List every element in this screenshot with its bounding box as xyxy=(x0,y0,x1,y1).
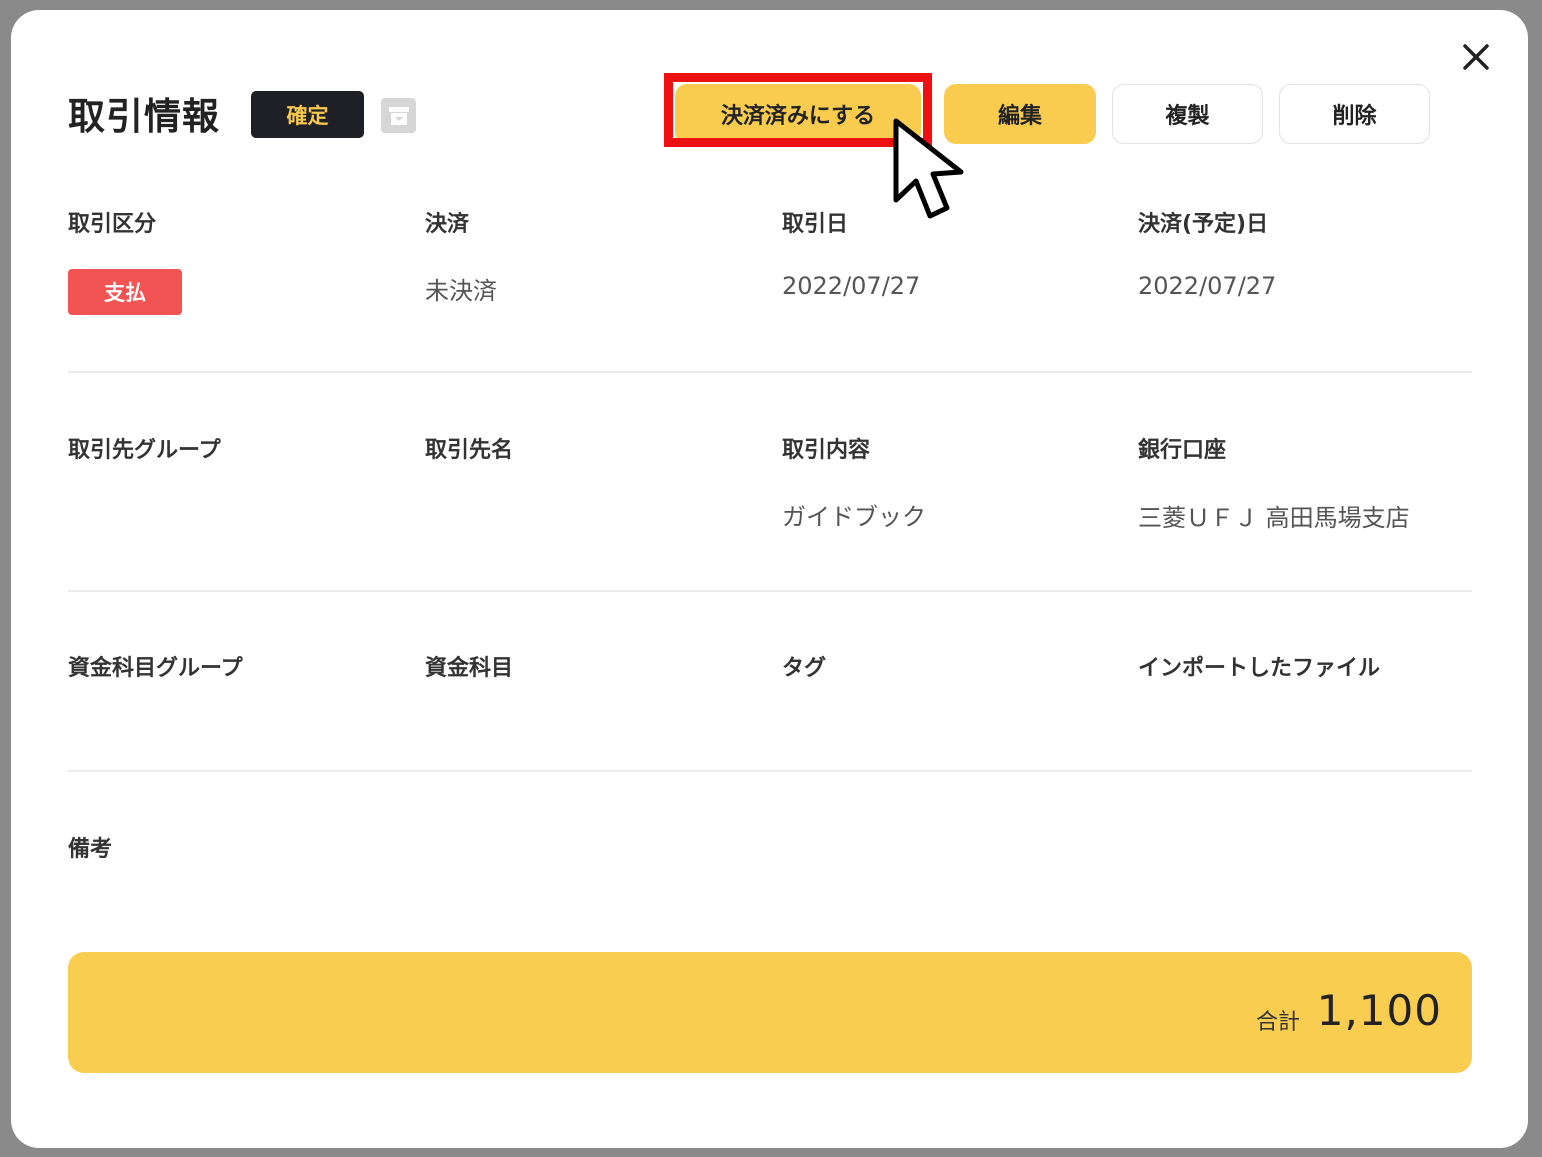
transaction-detail-modal: 取引情報 確定 決済済みにする 編集 複製 削除 取引区分 支払 決済 未決済 … xyxy=(11,10,1528,1148)
divider xyxy=(68,590,1472,592)
delete-button[interactable]: 削除 xyxy=(1279,84,1430,144)
settle-date-label: 決済(予定)日 xyxy=(1138,212,1269,237)
settlement-value: 未決済 xyxy=(425,277,497,305)
modal-title: 取引情報 xyxy=(68,95,220,138)
total-amount: 1,100 xyxy=(1316,986,1442,1035)
divider xyxy=(68,371,1472,373)
settle-date-value: 2022/07/27 xyxy=(1138,272,1277,300)
tag-label: タグ xyxy=(782,656,827,681)
archive-icon xyxy=(388,106,409,125)
content-value: ガイドブック xyxy=(782,503,926,531)
mark-settled-button[interactable]: 決済済みにする xyxy=(675,84,921,144)
transaction-type-badge: 支払 xyxy=(68,269,182,315)
close-icon xyxy=(1463,44,1489,70)
total-label: 合計 xyxy=(1255,1010,1300,1035)
divider xyxy=(68,770,1472,772)
bank-value: 三菱ＵＦＪ 高田馬場支店 xyxy=(1138,504,1410,532)
total-bar: 合計 1,100 xyxy=(68,952,1472,1073)
content-label: 取引内容 xyxy=(782,438,871,463)
settlement-label: 決済 xyxy=(425,212,470,237)
bank-label: 銀行口座 xyxy=(1138,438,1227,463)
account-label: 資金科目 xyxy=(425,656,514,681)
date-label: 取引日 xyxy=(782,212,849,237)
edit-button[interactable]: 編集 xyxy=(944,84,1096,144)
partner-group-label: 取引先グループ xyxy=(68,438,221,463)
duplicate-button[interactable]: 複製 xyxy=(1112,84,1263,144)
partner-name-label: 取引先名 xyxy=(425,438,514,463)
archive-button[interactable] xyxy=(381,98,416,133)
imported-file-label: インポートしたファイル xyxy=(1138,656,1381,681)
status-badge: 確定 xyxy=(251,91,364,138)
close-button[interactable] xyxy=(1459,40,1493,74)
notes-label: 備考 xyxy=(68,837,113,862)
type-label: 取引区分 xyxy=(68,212,157,237)
date-value: 2022/07/27 xyxy=(782,272,921,300)
account-group-label: 資金科目グループ xyxy=(68,656,243,681)
